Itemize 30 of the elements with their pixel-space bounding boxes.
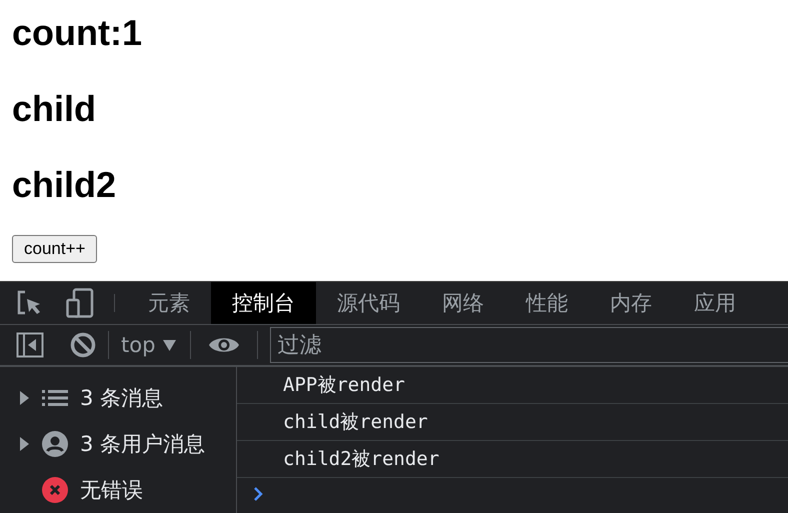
sidebar-item[interactable]: 3 条消息 (80, 384, 164, 412)
sidebar-item[interactable]: 无错误 (80, 476, 143, 504)
heading: count:1 (12, 13, 142, 53)
devtools-tab[interactable]: 控制台 (211, 282, 316, 324)
clear-icon[interactable] (70, 332, 96, 358)
devtools-tab[interactable]: 元素 (127, 282, 211, 324)
device-icon[interactable] (66, 288, 94, 318)
devtools-tab[interactable]: 应用 (673, 282, 757, 324)
console-message: child被render (283, 410, 428, 435)
devtools-tab[interactable]: 内存 (589, 282, 673, 324)
caret-icon (163, 340, 176, 351)
devtools-tab[interactable]: 网络 (421, 282, 505, 324)
filter-field[interactable]: 过滤 (270, 327, 788, 364)
heading: child2 (12, 165, 116, 205)
sidebar-toggle-icon[interactable] (16, 332, 44, 358)
sidebar-item[interactable]: 3 条用户消息 (80, 430, 206, 458)
context-dropdown[interactable]: top (121, 333, 176, 358)
error-icon (42, 477, 68, 503)
inspect-icon[interactable] (16, 290, 42, 316)
count-button[interactable]: count++ (12, 235, 98, 263)
expand-icon[interactable] (20, 391, 29, 405)
console-message: child2被render (283, 447, 440, 472)
devtools-tab[interactable]: 性能 (505, 282, 589, 324)
user-icon (42, 431, 68, 457)
prompt-icon[interactable] (253, 487, 263, 501)
console-message: APP被render (283, 373, 405, 398)
expand-icon[interactable] (20, 437, 29, 451)
list-icon (42, 390, 68, 406)
heading: child (12, 89, 96, 129)
devtools-tab[interactable]: 源代码 (316, 282, 421, 324)
